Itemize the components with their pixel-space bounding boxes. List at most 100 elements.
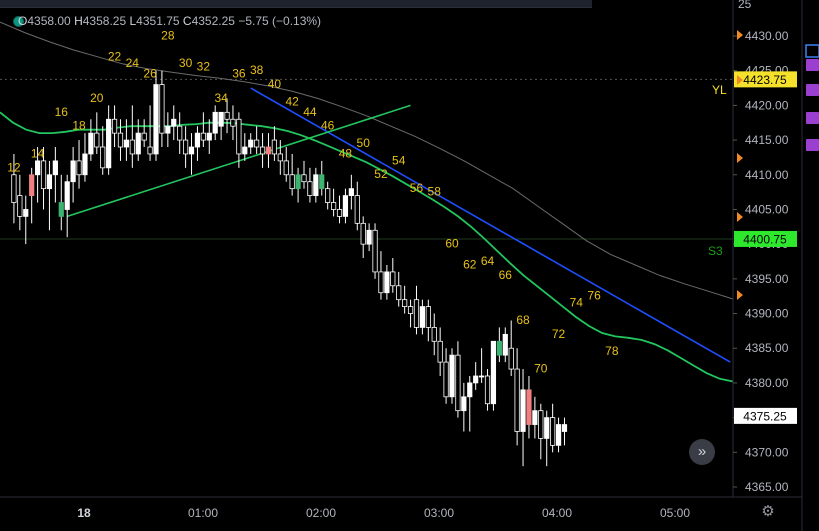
low-value: 4351.75 xyxy=(136,14,180,28)
bar-count-label: 72 xyxy=(552,327,566,341)
watchlist-marker-icon[interactable] xyxy=(806,112,819,124)
candle-body xyxy=(23,209,29,217)
bar-count-label: 50 xyxy=(357,136,371,150)
partial-price-label: 25 xyxy=(738,0,752,11)
high-label: H xyxy=(74,14,83,28)
candle-body xyxy=(402,299,408,307)
bar-count-label: 68 xyxy=(516,313,530,327)
watchlist-marker-icon[interactable] xyxy=(806,84,819,96)
candle-body xyxy=(407,306,414,314)
price-tick-label: 4385.00 xyxy=(745,341,789,355)
time-tick-label: 05:00 xyxy=(660,506,690,520)
time-tick-label: 04:00 xyxy=(542,506,572,520)
candle-body xyxy=(396,285,402,301)
candle-body xyxy=(236,118,242,155)
candle-body xyxy=(40,160,47,190)
bar-count-label: 78 xyxy=(605,344,619,358)
bar-count-label: 14 xyxy=(31,146,45,160)
candle-body xyxy=(117,132,124,148)
bar-count-label: 40 xyxy=(268,77,282,91)
candle-body xyxy=(265,146,272,155)
bar-count-label: 34 xyxy=(214,91,228,105)
s3-level-label: S3 xyxy=(708,244,723,258)
price-tick-label: 4380.00 xyxy=(745,376,789,390)
bar-count-label: 76 xyxy=(587,289,601,303)
change-value: −5.75 (−0.13%) xyxy=(238,14,322,28)
candle-body xyxy=(496,340,502,356)
yl-price-tag: 4423.75 xyxy=(743,73,787,87)
candle-body xyxy=(94,132,100,148)
candle-body xyxy=(29,174,35,196)
candle-body xyxy=(135,132,141,155)
candle-body xyxy=(455,354,461,412)
candle-body xyxy=(277,153,283,162)
settings-gear-icon[interactable]: ⚙ xyxy=(760,504,776,520)
candle-body xyxy=(360,222,366,245)
candle-body xyxy=(307,181,313,196)
bar-count-label: 46 xyxy=(321,119,335,133)
bar-count-label: 74 xyxy=(570,296,584,310)
candle-body xyxy=(461,396,467,412)
candle-body xyxy=(153,84,159,155)
candle-body xyxy=(123,139,129,148)
candle-body xyxy=(100,146,106,169)
price-tick-label: 4430.00 xyxy=(745,29,789,43)
candle-body xyxy=(431,327,437,342)
bar-count-label: 38 xyxy=(250,63,264,77)
candle-body xyxy=(46,174,53,190)
bar-count-label: 24 xyxy=(126,56,140,70)
candle-body xyxy=(271,139,278,155)
bar-count-label: 26 xyxy=(143,67,157,81)
price-tick-label: 4395.00 xyxy=(745,272,789,286)
s3-price-tag: 4400.75 xyxy=(743,232,787,246)
candle-body xyxy=(372,229,378,273)
bar-count-label: 64 xyxy=(481,254,495,268)
price-tick-label: 4390.00 xyxy=(745,307,789,321)
candle-body xyxy=(171,118,177,127)
open-value: 4358.00 xyxy=(27,14,71,28)
last-price-tag: 4375.25 xyxy=(743,409,787,423)
candle-body xyxy=(514,368,520,432)
bar-count-label: 30 xyxy=(179,56,193,70)
candle-body xyxy=(319,174,325,190)
bar-count-label: 56 xyxy=(410,181,424,195)
time-tick-label: 03:00 xyxy=(424,506,454,520)
watchlist-marker-icon[interactable] xyxy=(806,59,819,71)
yl-level-label: YL xyxy=(712,83,727,97)
ohlc-legend: O4358.00 H4358.25 L4351.75 C4352.25 −5.7… xyxy=(18,14,321,28)
candle-body xyxy=(354,195,360,224)
candle-body xyxy=(224,111,230,120)
time-tick-label: 02:00 xyxy=(306,506,336,520)
candle-body xyxy=(532,410,538,425)
candle-body xyxy=(11,174,17,203)
candle-body xyxy=(230,118,236,127)
candle-body xyxy=(555,424,562,446)
bar-count-label: 36 xyxy=(232,67,246,81)
price-tick-label: 4415.00 xyxy=(745,133,789,147)
bar-count-label: 48 xyxy=(339,146,353,160)
candle-body xyxy=(206,132,212,141)
candle-body xyxy=(478,375,485,378)
scroll-to-realtime-button[interactable]: » xyxy=(689,439,715,465)
close-label: C xyxy=(182,14,192,28)
price-tick-label: 4405.00 xyxy=(745,202,789,216)
candle-body xyxy=(443,361,449,398)
candle-body xyxy=(390,271,396,287)
watchlist-marker-icon[interactable] xyxy=(806,139,819,151)
candle-body xyxy=(550,417,556,446)
close-value: 4352.25 xyxy=(191,14,235,28)
candle-body xyxy=(165,125,171,134)
candle-body xyxy=(82,153,88,176)
candle-body xyxy=(182,139,189,155)
bar-count-label: 18 xyxy=(72,119,86,133)
candle-body xyxy=(419,306,426,328)
candle-body xyxy=(467,382,473,398)
candle-body xyxy=(526,389,532,425)
candle-body xyxy=(473,375,479,384)
candle-body xyxy=(88,132,94,155)
candle-body xyxy=(484,375,491,405)
bar-count-label: 28 xyxy=(161,28,175,42)
candle-body xyxy=(378,271,384,294)
candle-body xyxy=(159,84,165,134)
bar-count-label: 54 xyxy=(392,153,406,167)
